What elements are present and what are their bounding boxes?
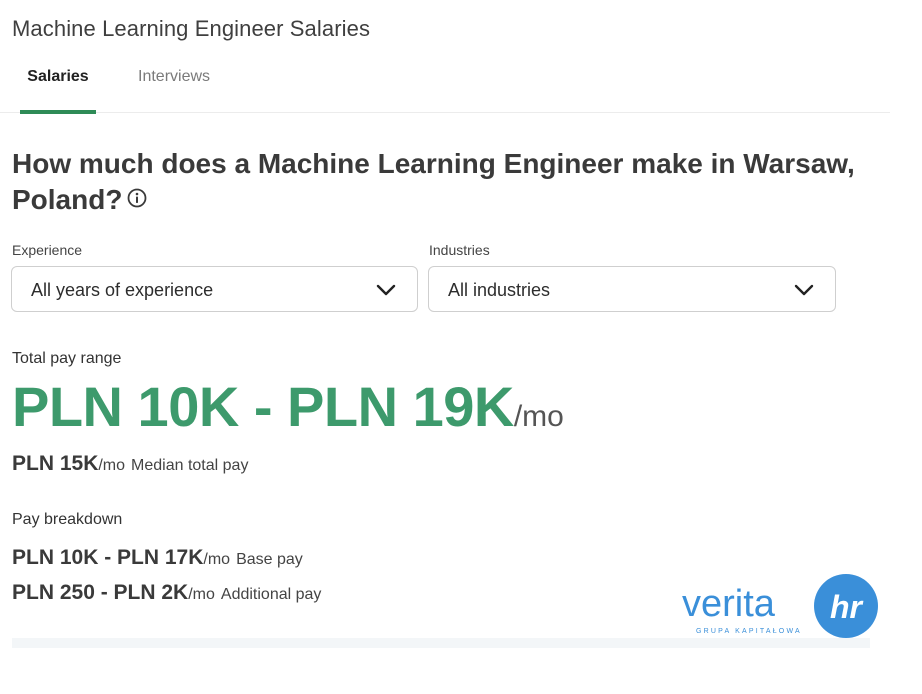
pay-breakdown-label: Pay breakdown (12, 511, 123, 528)
total-pay-range-value: PLN 10K - PLN 19K (12, 375, 514, 438)
total-pay-range: PLN 10K - PLN 19K/mo (12, 374, 564, 439)
info-icon[interactable] (126, 182, 148, 218)
base-pay-unit: /mo (203, 551, 231, 568)
verita-hr-logo: verita hr GRUPA KAPITAŁOWA (680, 572, 880, 640)
logo-badge-text: hr (830, 589, 864, 625)
additional-pay-unit: /mo (188, 586, 215, 603)
tab-bar: Salaries Interviews (0, 62, 890, 114)
additional-pay-row: PLN 250 - PLN 2K/mo Additional pay (12, 581, 321, 605)
base-pay-value: PLN 10K - PLN 17K (12, 546, 204, 569)
experience-select[interactable]: All years of experience (11, 266, 418, 312)
industries-select[interactable]: All industries (428, 266, 836, 312)
industries-label: Industries (429, 242, 490, 258)
logo-tagline: GRUPA KAPITAŁOWA (696, 628, 802, 635)
base-pay-label: Base pay (236, 551, 303, 568)
salary-question-heading: How much does a Machine Learning Enginee… (12, 146, 892, 218)
experience-label: Experience (12, 242, 83, 258)
additional-pay-label: Additional pay (220, 586, 322, 603)
chevron-down-icon (793, 281, 815, 304)
logo-wordmark: verita (682, 583, 776, 625)
median-pay-label: Median total pay (131, 457, 249, 474)
chevron-down-icon (375, 281, 397, 304)
base-pay-row: PLN 10K - PLN 17K/mo Base pay (12, 546, 303, 570)
median-pay-unit: /mo (98, 457, 126, 474)
median-pay-value: PLN 15K (12, 452, 99, 475)
total-pay-range-unit: /mo (513, 400, 564, 433)
total-pay-label: Total pay range (12, 350, 122, 367)
tab-salaries[interactable]: Salaries (20, 68, 96, 114)
tab-interviews[interactable]: Interviews (138, 68, 210, 86)
median-pay: PLN 15K/mo Median total pay (12, 452, 248, 476)
industries-select-value: All industries (448, 280, 551, 300)
experience-select-value: All years of experience (31, 280, 214, 300)
page-title: Machine Learning Engineer Salaries (12, 16, 371, 41)
additional-pay-value: PLN 250 - PLN 2K (12, 581, 189, 604)
